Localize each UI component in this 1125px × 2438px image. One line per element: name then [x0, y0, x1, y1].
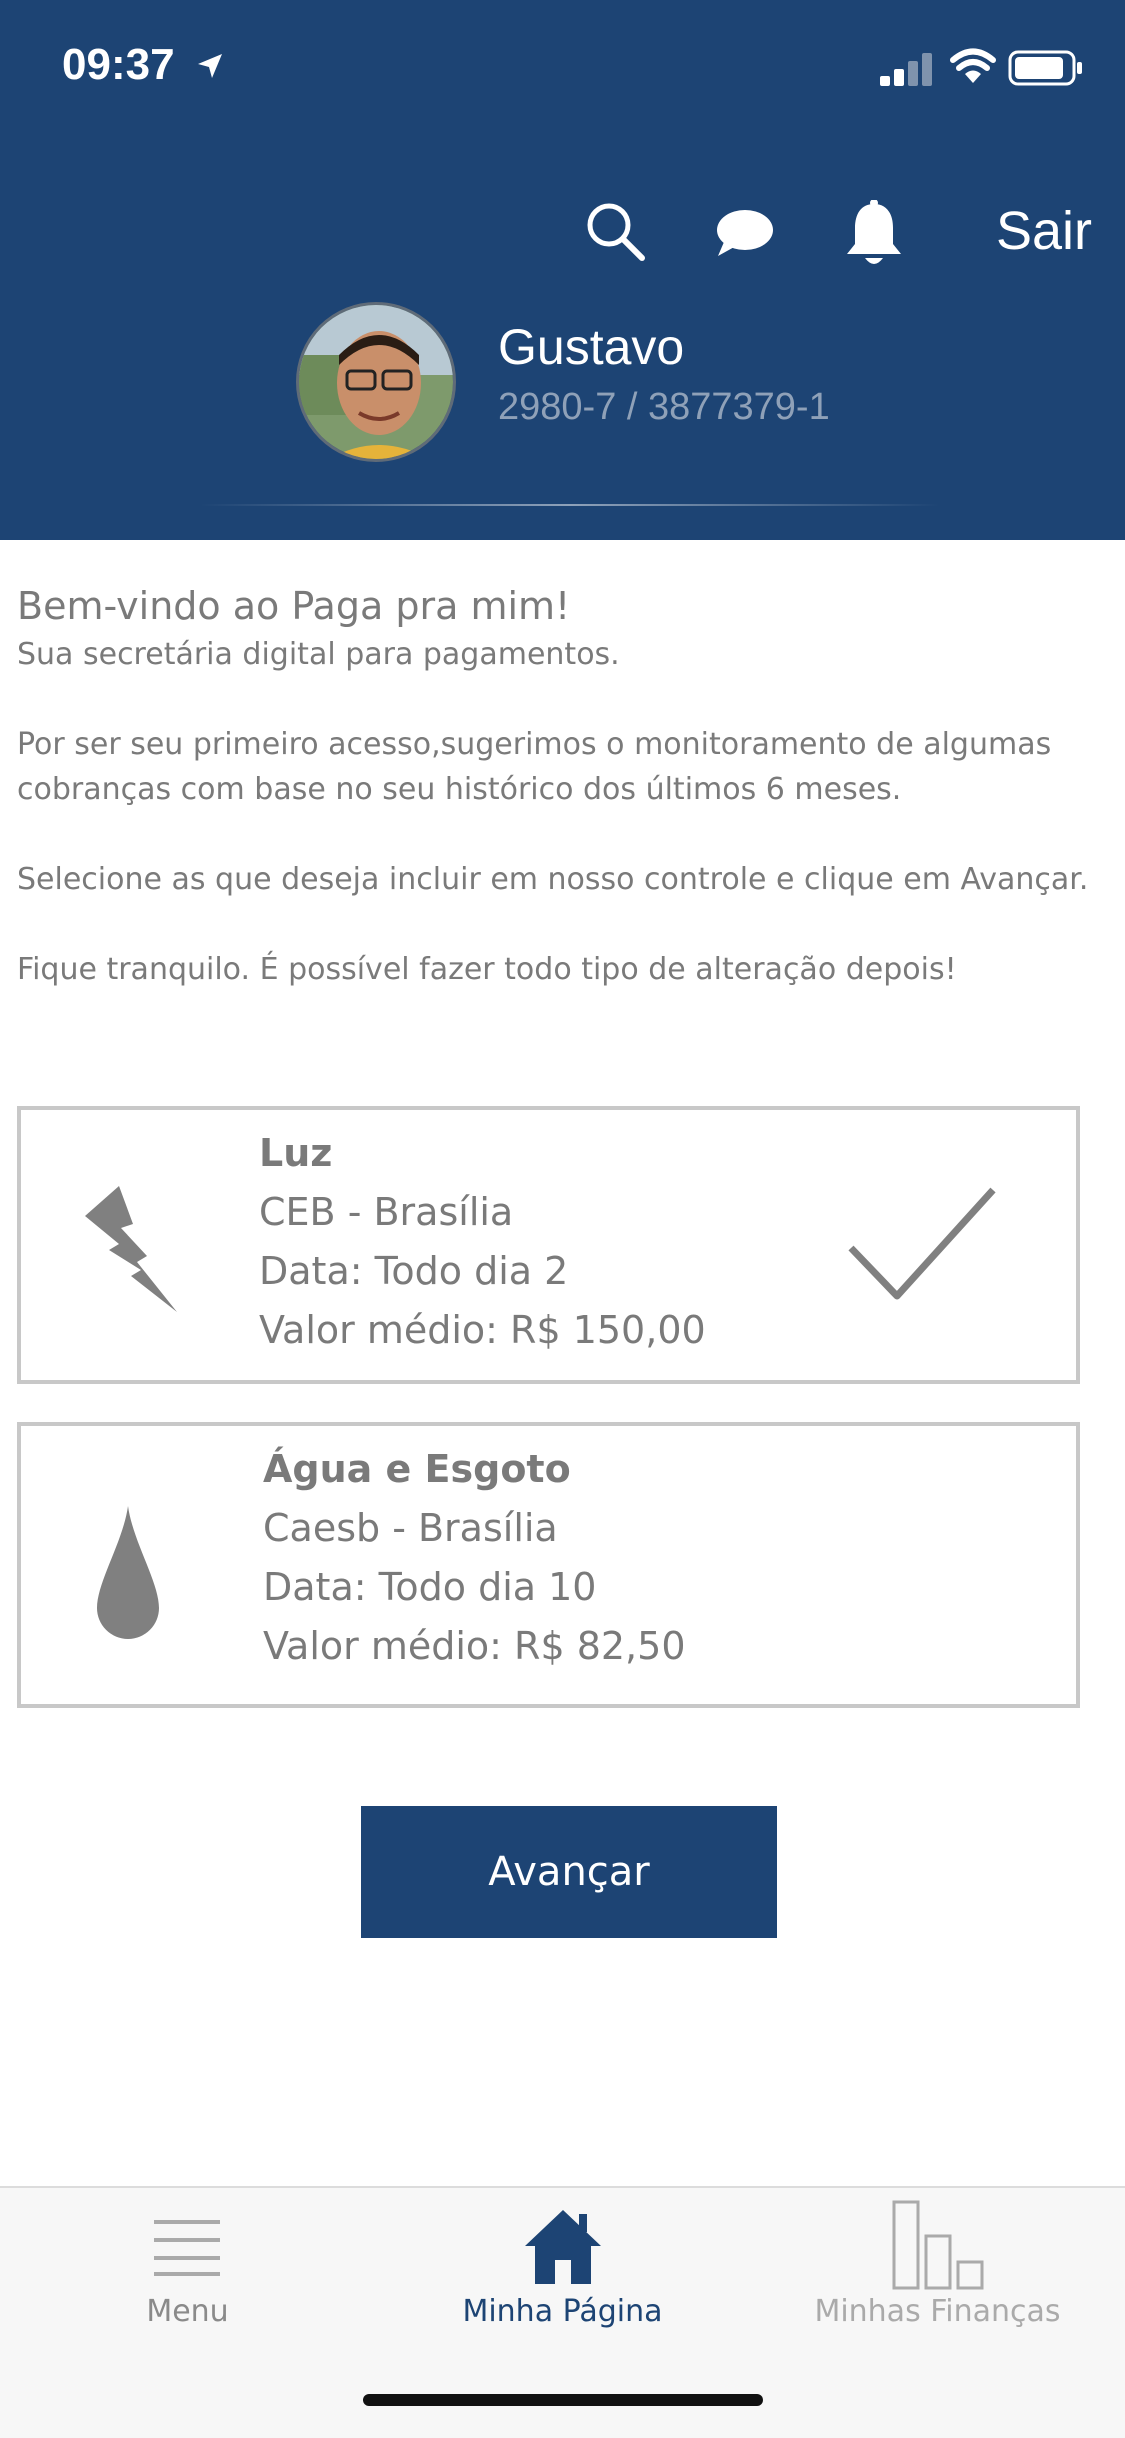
cellular-signal-icon: [880, 52, 936, 90]
lightning-icon: [75, 1180, 185, 1324]
intro-paragraph-1: Por ser seu primeiro acesso,sugerimos o …: [17, 727, 1052, 807]
home-indicator[interactable]: [363, 2394, 763, 2406]
welcome-subtitle: Sua secretária digital para pagamentos.: [17, 637, 620, 672]
location-arrow-icon: [196, 52, 224, 84]
avatar[interactable]: [296, 302, 456, 462]
checkmark-icon[interactable]: [847, 1186, 997, 1310]
intro-section: Bem-vindo ao Paga pra mim! Sua secretári…: [17, 580, 1112, 992]
battery-icon: [1008, 50, 1084, 90]
bell-icon[interactable]: [843, 199, 905, 272]
home-icon: [523, 2206, 603, 2290]
bill-title: Luz: [259, 1131, 333, 1175]
account-number: 2980-7 / 3877379-1: [498, 386, 830, 428]
intro-paragraph-3: Fique tranquilo. É possível fazer todo t…: [17, 952, 957, 987]
bill-value: Valor médio: R$ 150,00: [259, 1308, 706, 1352]
status-time: 09:37: [62, 40, 175, 89]
tab-menu-label: Menu: [146, 2294, 229, 2329]
tab-minhas-financas[interactable]: Minhas Finanças: [750, 2188, 1125, 2348]
tab-minha-pagina-label: Minha Página: [462, 2294, 663, 2329]
advance-button[interactable]: Avançar: [361, 1806, 777, 1938]
bill-value: Valor médio: R$ 82,50: [263, 1624, 686, 1668]
intro-paragraph-2: Selecione as que deseja incluir em nosso…: [17, 862, 1089, 897]
welcome-title: Bem-vindo ao Paga pra mim!: [17, 584, 571, 628]
bill-card-agua[interactable]: Água e Esgoto Caesb - Brasília Data: Tod…: [17, 1422, 1080, 1708]
bill-provider: Caesb - Brasília: [263, 1506, 558, 1550]
bill-card-luz[interactable]: Luz CEB - Brasília Data: Todo dia 2 Valo…: [17, 1106, 1080, 1384]
tab-minhas-financas-label: Minhas Finanças: [814, 2294, 1061, 2329]
bill-date: Data: Todo dia 10: [263, 1565, 597, 1609]
water-drop-icon: [93, 1502, 163, 1646]
logout-button[interactable]: Sair: [996, 200, 1092, 262]
bill-provider: CEB - Brasília: [259, 1190, 514, 1234]
user-name: Gustavo: [498, 319, 685, 375]
search-icon[interactable]: [584, 200, 646, 266]
tab-minha-pagina[interactable]: Minha Página: [375, 2188, 750, 2348]
bar-chart-icon: [892, 2200, 984, 2294]
header-divider: [200, 504, 940, 506]
chat-icon[interactable]: [716, 208, 774, 262]
menu-icon: [154, 2218, 220, 2282]
tab-menu[interactable]: Menu: [0, 2188, 375, 2348]
wifi-icon: [950, 48, 996, 88]
bill-date: Data: Todo dia 2: [259, 1249, 569, 1293]
app-header: 09:37 Sair Gustavo 2980-7 / 3877379-1: [0, 0, 1125, 540]
bill-title: Água e Esgoto: [263, 1447, 571, 1491]
